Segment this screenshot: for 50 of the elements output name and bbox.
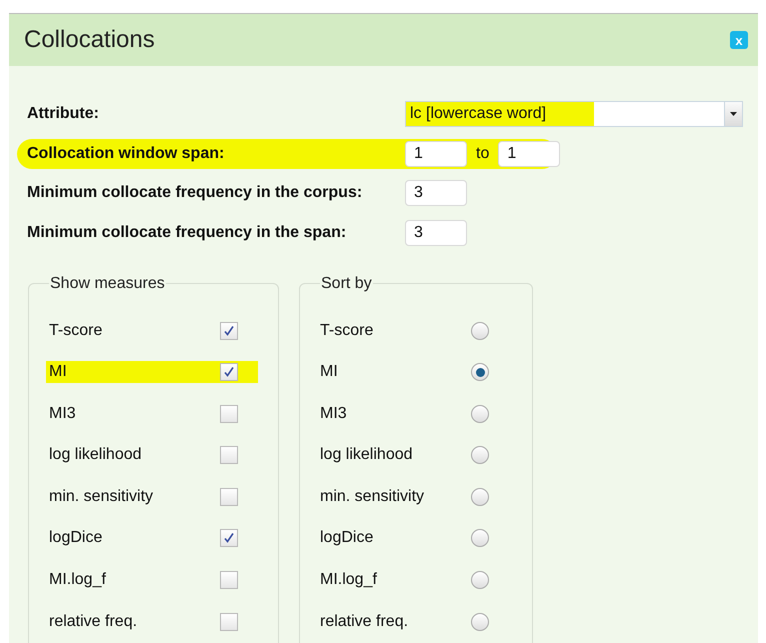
checkbox[interactable]: [220, 612, 238, 631]
dialog-title: Collocations: [24, 25, 155, 55]
checked-checkbox[interactable]: [220, 529, 238, 548]
checked-checkbox[interactable]: [220, 322, 238, 340]
panel-legend: Show measures: [49, 272, 166, 296]
checkbox[interactable]: [220, 446, 238, 464]
sort-option-label: MI.log_f: [320, 570, 377, 590]
radio-button[interactable]: [471, 322, 489, 340]
measure-label: log likelihood: [49, 445, 142, 466]
range-separator: to: [476, 144, 490, 164]
sort-option-label: MI: [320, 362, 338, 382]
checkbox[interactable]: [220, 488, 238, 506]
check-icon: [223, 366, 235, 378]
sort-option-label: T-score: [320, 320, 374, 340]
field-label: Minimum collocate frequency in the corpus:: [27, 183, 364, 203]
sort-option-label: logDice: [320, 528, 374, 548]
measure-label: logDice: [49, 528, 102, 548]
span-from-field[interactable]: 1: [405, 140, 467, 166]
checked-checkbox[interactable]: [220, 363, 238, 382]
sort-option-label: MI3: [320, 404, 347, 424]
check-icon: [223, 324, 235, 336]
field-label: Collocation window span:: [27, 144, 226, 164]
field-label: Attribute:: [27, 104, 100, 124]
radio-button[interactable]: [471, 404, 489, 423]
panel-legend: Sort by: [320, 272, 373, 296]
sort-option-label: relative freq.: [320, 612, 408, 632]
measure-label: min. sensitivity: [49, 486, 154, 507]
select-value: lc [lowercase word]: [406, 102, 594, 126]
radio-button[interactable]: [471, 612, 489, 631]
sort-option-label: min. sensitivity: [320, 486, 424, 507]
sort-option-label: log likelihood: [320, 445, 413, 466]
measure-label: MI: [49, 362, 67, 382]
measure-label: MI.log_f: [49, 570, 106, 590]
measure-label: T-score: [49, 320, 102, 340]
radio-button[interactable]: [471, 446, 489, 464]
frequency-field[interactable]: 3: [405, 220, 467, 246]
checkbox[interactable]: [220, 571, 238, 590]
attribute-select[interactable]: lc [lowercase word]: [405, 101, 743, 127]
dropdown-icon[interactable]: [724, 102, 742, 126]
span-to-field[interactable]: 1: [498, 140, 560, 166]
measure-label: MI3: [49, 404, 76, 424]
measure-label: relative freq.: [49, 612, 138, 632]
checkbox[interactable]: [220, 404, 238, 423]
radio-button[interactable]: [471, 488, 489, 506]
field-label: Minimum collocate frequency in the span:: [27, 222, 348, 242]
check-icon: [223, 532, 235, 544]
radio-button[interactable]: [471, 529, 489, 548]
frequency-field[interactable]: 3: [405, 180, 467, 206]
selected-radio-button[interactable]: [471, 363, 489, 382]
radio-button[interactable]: [471, 571, 489, 590]
